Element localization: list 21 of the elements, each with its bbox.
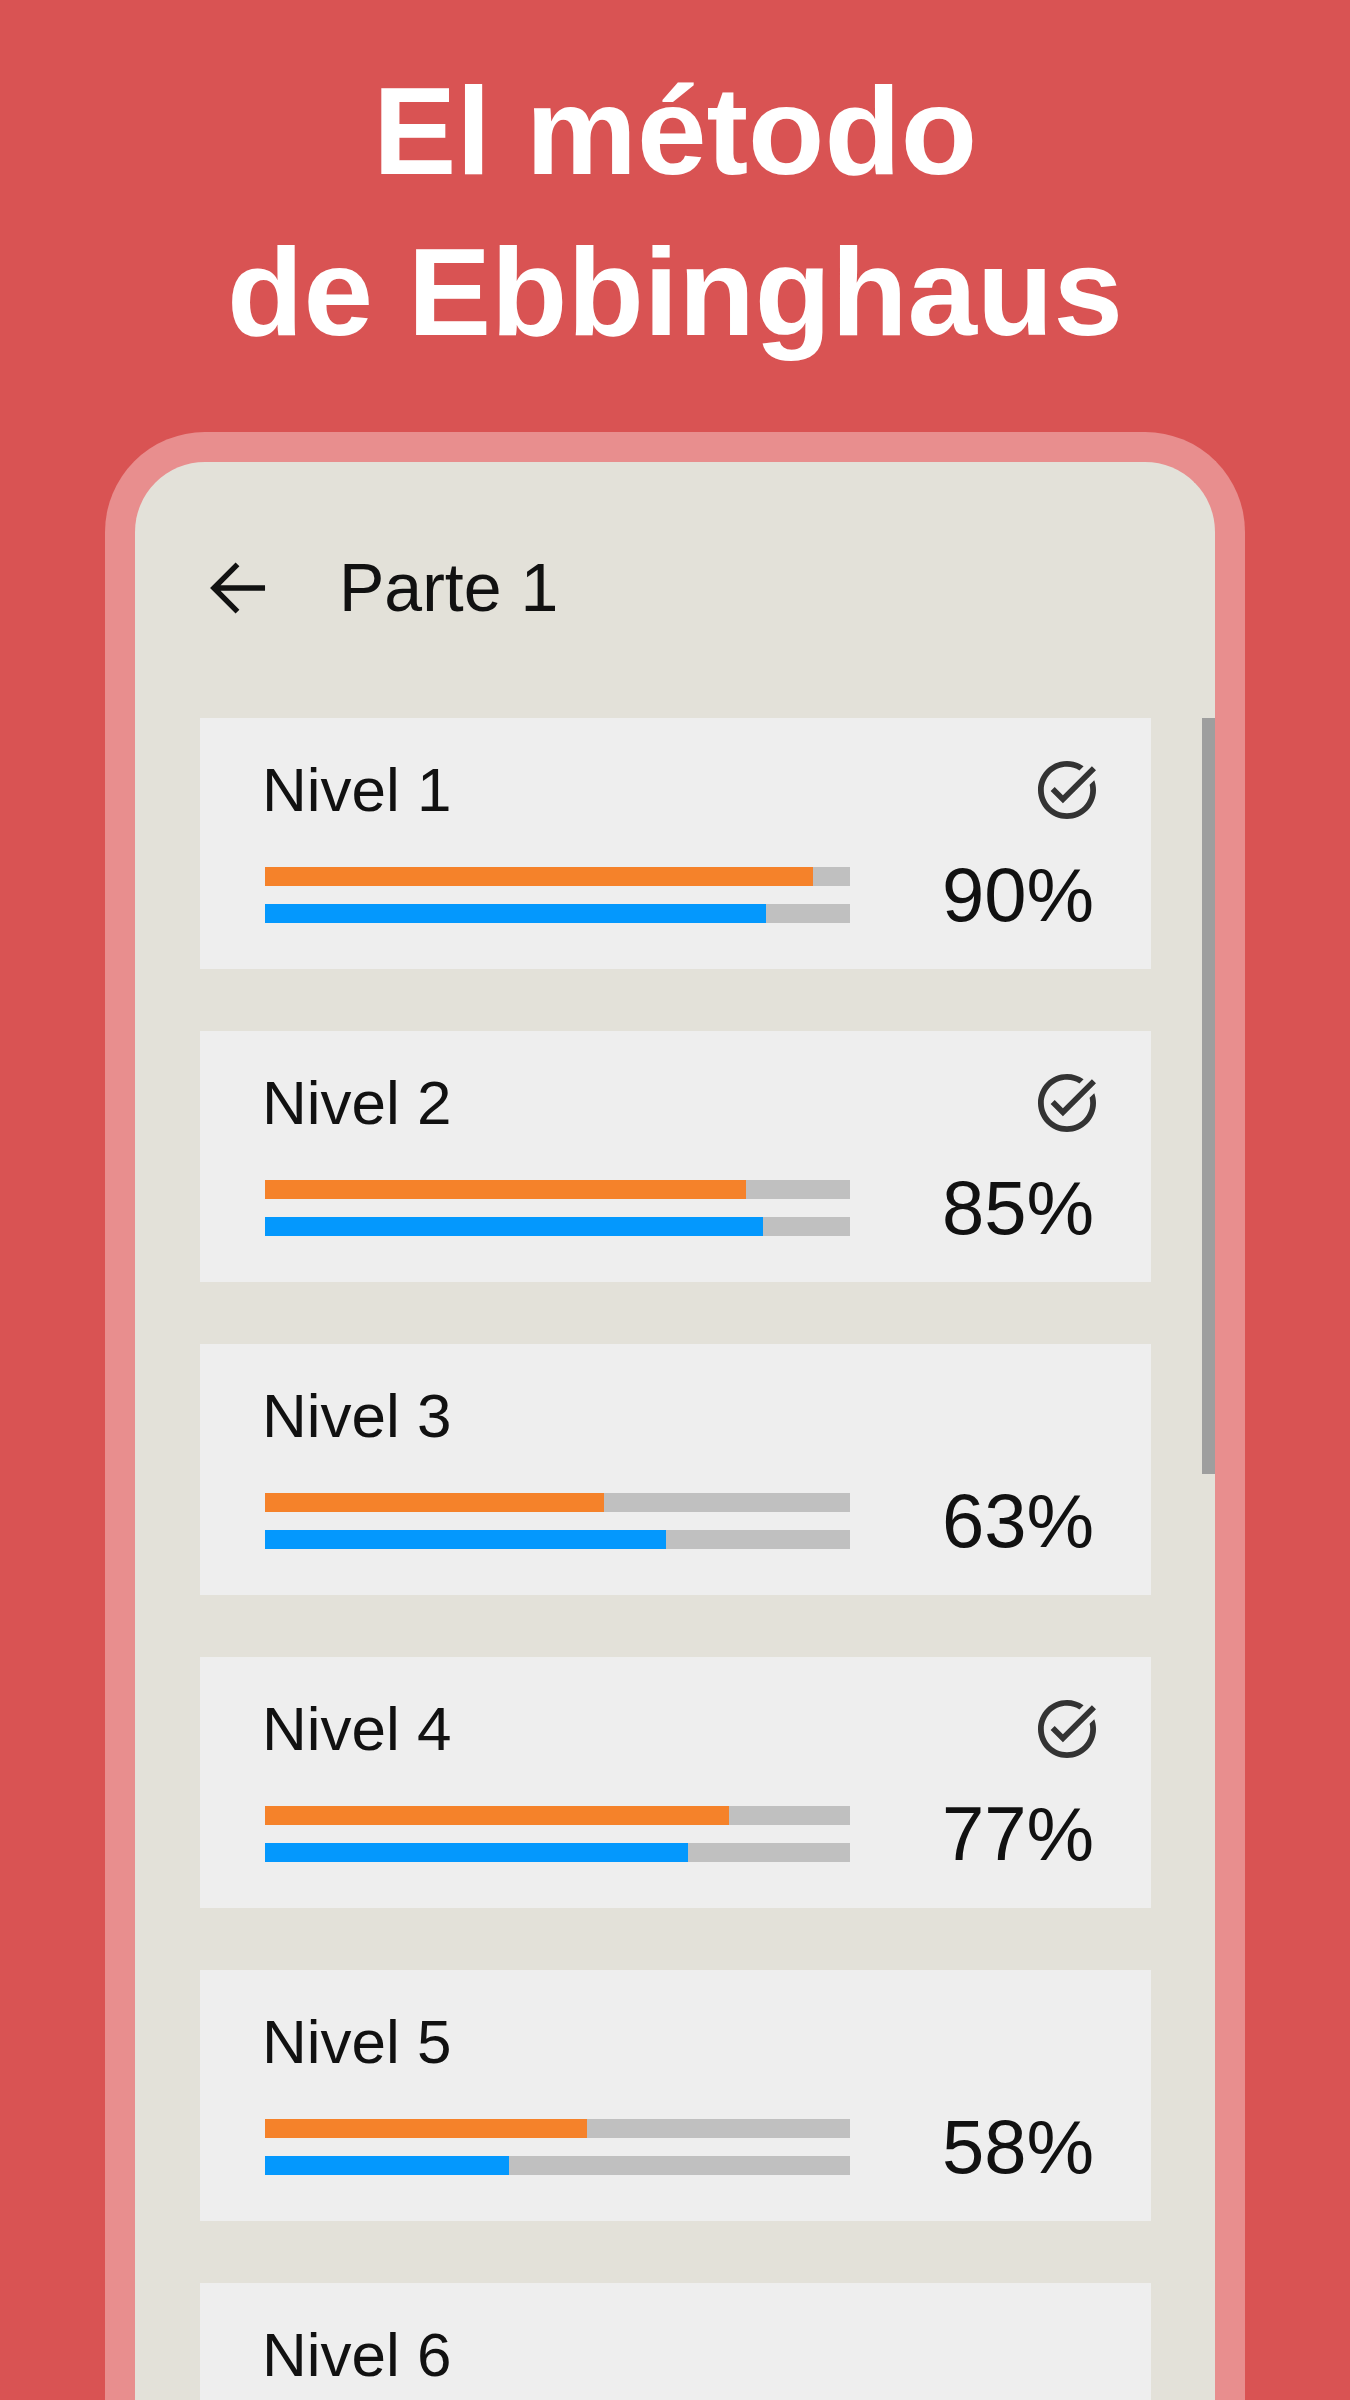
percentage-text: 77% bbox=[941, 1796, 1094, 1872]
level-card[interactable]: Nivel 5 58% bbox=[200, 1970, 1151, 2221]
level-card[interactable]: Nivel 1 90% bbox=[200, 718, 1151, 969]
level-card[interactable]: Nivel 4 77% bbox=[200, 1657, 1151, 1908]
level-card[interactable]: Nivel 6 bbox=[200, 2283, 1151, 2400]
level-title: Nivel 1 bbox=[262, 754, 452, 825]
level-title: Nivel 6 bbox=[262, 2319, 452, 2390]
back-button[interactable] bbox=[208, 560, 267, 616]
back-arrow-icon bbox=[208, 560, 267, 616]
level-title: Nivel 5 bbox=[262, 2006, 452, 2077]
level-card[interactable]: Nivel 2 85% bbox=[200, 1031, 1151, 1282]
level-title: Nivel 3 bbox=[262, 1380, 452, 1451]
page-title: El método de Ebbinghaus bbox=[226, 60, 1124, 363]
level-title: Nivel 2 bbox=[262, 1067, 452, 1138]
level-card[interactable]: Nivel 3 63% bbox=[200, 1344, 1151, 1595]
percentage-text: 90% bbox=[941, 857, 1094, 933]
level-title: Nivel 4 bbox=[262, 1693, 452, 1764]
percentage-text: 63% bbox=[941, 1483, 1094, 1559]
percentage-text: 85% bbox=[941, 1170, 1094, 1246]
percentage-text: 58% bbox=[941, 2109, 1094, 2185]
screen-title: Parte 1 bbox=[339, 548, 559, 628]
